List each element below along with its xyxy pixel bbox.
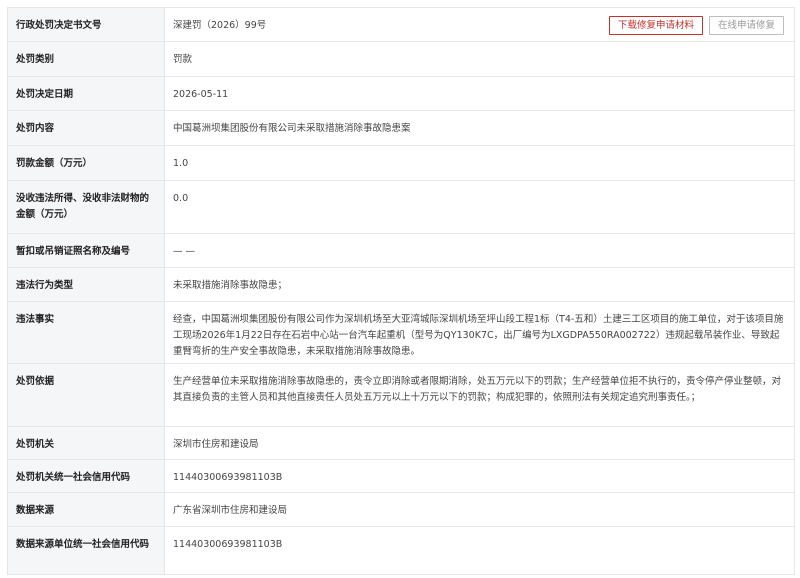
- value-decision-no-cell: 深建罚（2026）99号 下载修复申请材料 在线申请修复: [164, 7, 795, 42]
- row-decision-no: 行政处罚决定书文号 深建罚（2026）99号 下载修复申请材料 在线申请修复: [7, 7, 795, 42]
- label-violation-type: 违法行为类型: [7, 267, 165, 302]
- row-confiscated: 没收违法所得、没收非法财物的金额（万元） 0.0: [7, 180, 795, 234]
- row-category: 处罚类别 罚款: [7, 41, 795, 77]
- label-license: 暂扣或吊销证照名称及编号: [7, 233, 165, 268]
- value-date: 2026-05-11: [164, 76, 795, 111]
- value-basis: 生产经营单位未采取措施消除事故隐患的，责令立即消除或者限期消除，处五万元以下的罚…: [164, 363, 795, 427]
- value-license: — —: [164, 233, 795, 268]
- label-source: 数据来源: [7, 492, 165, 527]
- row-basis: 处罚依据 生产经营单位未采取措施消除事故隐患的，责令立即消除或者限期消除，处五万…: [7, 363, 795, 427]
- row-authority: 处罚机关 深圳市住房和建设局: [7, 426, 795, 460]
- label-confiscated: 没收违法所得、没收非法财物的金额（万元）: [7, 180, 165, 234]
- online-repair-button[interactable]: 在线申请修复: [708, 16, 784, 35]
- row-violation-type: 违法行为类型 未采取措施消除事故隐患；: [7, 267, 795, 302]
- penalty-detail-panel: 行政处罚决定书文号 深建罚（2026）99号 下载修复申请材料 在线申请修复 处罚…: [7, 7, 795, 575]
- label-facts: 违法事实: [7, 301, 165, 364]
- value-source: 广东省深圳市住房和建设局: [164, 492, 795, 527]
- row-facts: 违法事实 经查，中国葛洲坝集团股份有限公司作为深圳机场至大亚湾城际深圳机场至坪山…: [7, 301, 795, 364]
- row-source-code: 数据来源单位统一社会信用代码 11440300693981103B: [7, 526, 795, 575]
- value-facts: 经查，中国葛洲坝集团股份有限公司作为深圳机场至大亚湾城际深圳机场至坪山段工程1标…: [164, 301, 795, 364]
- repair-actions: 下载修复申请材料 在线申请修复: [603, 16, 784, 35]
- row-amount: 罚款金额（万元） 1.0: [7, 145, 795, 181]
- label-category: 处罚类别: [7, 41, 165, 77]
- value-authority: 深圳市住房和建设局: [164, 426, 795, 460]
- row-content: 处罚内容 中国葛洲坝集团股份有限公司未采取措施消除事故隐患案: [7, 110, 795, 146]
- label-authority: 处罚机关: [7, 426, 165, 460]
- label-content: 处罚内容: [7, 110, 165, 146]
- value-violation-type: 未采取措施消除事故隐患；: [164, 267, 795, 302]
- label-amount: 罚款金额（万元）: [7, 145, 165, 181]
- value-confiscated: 0.0: [164, 180, 795, 234]
- value-source-code: 11440300693981103B: [164, 526, 795, 575]
- value-authority-code: 11440300693981103B: [164, 459, 795, 493]
- penalty-detail-table: 行政处罚决定书文号 深建罚（2026）99号 下载修复申请材料 在线申请修复 处罚…: [7, 7, 795, 575]
- value-amount: 1.0: [164, 145, 795, 181]
- label-basis: 处罚依据: [7, 363, 165, 427]
- label-decision-no: 行政处罚决定书文号: [7, 7, 165, 42]
- value-decision-no: 深建罚（2026）99号: [173, 20, 267, 31]
- value-category: 罚款: [164, 41, 795, 77]
- value-content: 中国葛洲坝集团股份有限公司未采取措施消除事故隐患案: [164, 110, 795, 146]
- row-authority-code: 处罚机关统一社会信用代码 11440300693981103B: [7, 459, 795, 493]
- row-source: 数据来源 广东省深圳市住房和建设局: [7, 492, 795, 527]
- label-source-code: 数据来源单位统一社会信用代码: [7, 526, 165, 575]
- label-date: 处罚决定日期: [7, 76, 165, 111]
- row-date: 处罚决定日期 2026-05-11: [7, 76, 795, 111]
- label-authority-code: 处罚机关统一社会信用代码: [7, 459, 165, 493]
- download-repair-materials-button[interactable]: 下载修复申请材料: [608, 16, 703, 35]
- row-license: 暂扣或吊销证照名称及编号 — —: [7, 233, 795, 268]
